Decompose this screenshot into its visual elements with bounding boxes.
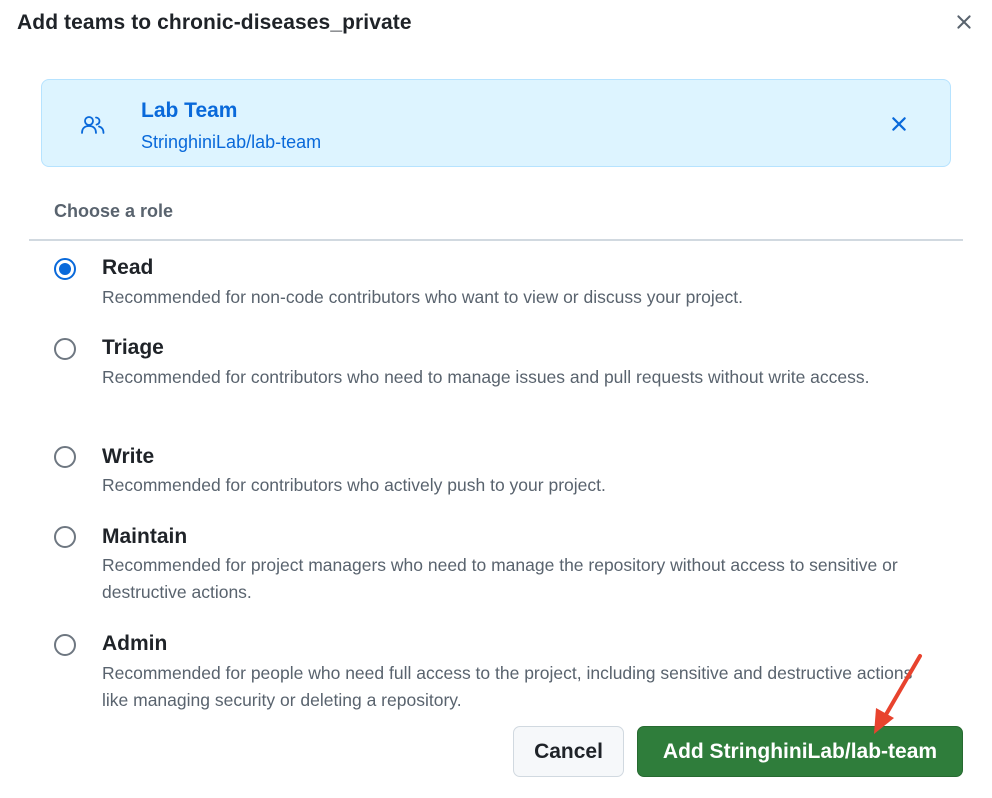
role-description: Recommended for people who need full acc… bbox=[102, 663, 913, 710]
role-radio-triage[interactable] bbox=[54, 338, 76, 360]
people-icon bbox=[81, 116, 105, 134]
choose-role-label: Choose a role bbox=[54, 201, 174, 221]
team-slug: StringhiniLab/lab-team bbox=[141, 132, 322, 152]
role-radio-write[interactable] bbox=[54, 446, 76, 468]
role-name: Triage bbox=[102, 336, 164, 359]
role-name: Read bbox=[102, 256, 154, 279]
role-radio-admin[interactable] bbox=[54, 634, 76, 656]
role-description: Recommended for contributors who activel… bbox=[102, 475, 606, 495]
dialog-title: Add teams to chronic-diseases_private bbox=[17, 11, 412, 34]
remove-team-button[interactable] bbox=[888, 113, 910, 135]
role-description: Recommended for non-code contributors wh… bbox=[102, 287, 743, 307]
role-name: Write bbox=[102, 445, 155, 468]
role-name: Maintain bbox=[102, 525, 188, 548]
close-icon bbox=[892, 117, 906, 131]
cancel-button[interactable]: Cancel bbox=[513, 726, 624, 777]
role-name: Admin bbox=[102, 632, 168, 655]
divider bbox=[29, 239, 963, 241]
role-radio-maintain[interactable] bbox=[54, 526, 76, 548]
role-radio-read[interactable] bbox=[54, 258, 76, 280]
close-dialog-button[interactable] bbox=[952, 10, 976, 34]
selected-team-card: Lab Team StringhiniLab/lab-team bbox=[41, 79, 951, 167]
role-description: Recommended for project managers who nee… bbox=[102, 555, 898, 602]
team-name: Lab Team bbox=[141, 99, 238, 122]
close-icon bbox=[957, 15, 971, 29]
role-description: Recommended for contributors who need to… bbox=[102, 367, 870, 387]
add-team-button[interactable]: Add StringhiniLab/lab-team bbox=[637, 726, 963, 777]
